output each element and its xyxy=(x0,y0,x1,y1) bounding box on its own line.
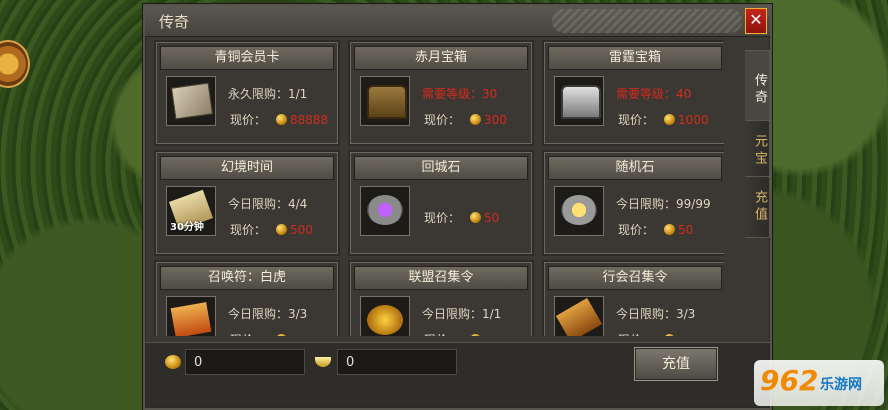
gold-coin-icon xyxy=(165,355,181,369)
item-price: 1000 xyxy=(678,113,709,127)
guild-token-icon xyxy=(554,296,604,336)
item-name: 行会召集令 xyxy=(548,266,722,290)
watermark-number: 962 xyxy=(760,364,819,397)
yuanbao-balance-field: 0 xyxy=(337,349,457,375)
shop-item[interactable]: 联盟召集令 今日限购：1/1 现价： xyxy=(348,260,534,336)
tab-legend[interactable]: 传奇 xyxy=(745,50,770,130)
item-limit: 今日限购：3/3 xyxy=(616,307,696,321)
item-price-row: 现价： 50 xyxy=(424,211,500,225)
item-name: 随机石 xyxy=(548,156,722,180)
coin-icon xyxy=(276,224,288,235)
shop-item[interactable]: 回城石 现价： 50 xyxy=(348,150,534,256)
item-price: 88888 xyxy=(290,113,329,127)
item-price-row: 现价： 88888 xyxy=(230,113,329,127)
item-limit: 今日限购：99/99 xyxy=(616,197,711,211)
tab-yuanbao[interactable]: 元宝 xyxy=(745,120,770,182)
watermark-text: 乐游网 xyxy=(820,377,862,393)
treasure-chest-icon xyxy=(360,76,410,126)
return-stone-icon xyxy=(360,186,410,236)
shop-item[interactable]: 随机石 今日限购：99/99 现价： 50 xyxy=(542,150,724,256)
item-price-row: 现价： 1000 xyxy=(618,113,709,127)
side-avatar-icon[interactable] xyxy=(0,40,30,88)
scroll-icon: 30分钟 xyxy=(166,186,216,236)
item-price-row: 现价： 50 xyxy=(618,223,694,237)
tab-recharge[interactable]: 充值 xyxy=(745,176,770,238)
coin-icon xyxy=(470,334,482,336)
item-price: 50 xyxy=(484,211,500,225)
item-price-row: 现价： 300 xyxy=(424,113,507,127)
silver-chest-icon xyxy=(554,76,604,126)
item-name: 回城石 xyxy=(354,156,528,180)
shop-item[interactable]: 赤月宝箱 需要等级：30 现价： 300 xyxy=(348,40,534,146)
bottom-bar: 0 0 充值 xyxy=(145,342,770,407)
item-limit: 今日限购：3/3 xyxy=(228,307,308,321)
gold-balance-field: 0 xyxy=(185,349,305,375)
shop-item[interactable]: 幻境时间 30分钟 今日限购：4/4 现价： 500 xyxy=(154,150,340,256)
coin-icon xyxy=(470,114,482,125)
close-button[interactable]: ✕ xyxy=(745,8,767,34)
random-stone-icon xyxy=(554,186,604,236)
item-name: 青铜会员卡 xyxy=(160,46,334,70)
item-limit: 永久限购：1/1 xyxy=(228,87,308,101)
watermark-logo: 962 乐游网 xyxy=(754,360,884,406)
coin-icon xyxy=(664,114,676,125)
coin-icon xyxy=(276,334,288,336)
shop-panel: 传奇 ✕ 青铜会员卡 永久限购：1/1 现价： 88888 赤月宝箱 需要等级：3… xyxy=(143,4,772,410)
item-price-row: 现价： xyxy=(424,331,484,336)
shop-item[interactable]: 青铜会员卡 永久限购：1/1 现价： 88888 xyxy=(154,40,340,146)
coin-icon xyxy=(276,114,288,125)
item-name: 雷霆宝箱 xyxy=(548,46,722,70)
item-price-row: 现价： xyxy=(230,331,290,336)
dragon-ornament-icon xyxy=(552,9,742,33)
item-limit: 今日限购：1/1 xyxy=(422,307,502,321)
item-name: 联盟召集令 xyxy=(354,266,528,290)
item-name: 幻境时间 xyxy=(160,156,334,180)
summon-talisman-icon xyxy=(166,296,216,336)
item-price: 300 xyxy=(484,113,507,127)
bronze-card-icon xyxy=(166,76,216,126)
item-limit: 今日限购：4/4 xyxy=(228,197,308,211)
item-name: 赤月宝箱 xyxy=(354,46,528,70)
shop-item[interactable]: 雷霆宝箱 需要等级：40 现价： 1000 xyxy=(542,40,724,146)
alliance-token-icon xyxy=(360,296,410,336)
item-grid: 青铜会员卡 永久限购：1/1 现价： 88888 赤月宝箱 需要等级：30 现价：… xyxy=(154,40,724,336)
shop-item[interactable]: 行会召集令 今日限购：3/3 现价： xyxy=(542,260,724,336)
panel-header: 传奇 ✕ xyxy=(145,6,770,37)
item-level-requirement: 需要等级：40 xyxy=(616,87,692,101)
panel-title: 传奇 xyxy=(159,13,190,31)
coin-icon xyxy=(470,212,482,223)
item-price-row: 现价： xyxy=(618,331,678,336)
yuanbao-icon xyxy=(315,357,331,367)
item-level-requirement: 需要等级：30 xyxy=(422,87,498,101)
coin-icon xyxy=(664,334,676,336)
item-price-row: 现价： 500 xyxy=(230,223,313,237)
shop-item[interactable]: 召唤符：白虎 今日限购：3/3 现价： xyxy=(154,260,340,336)
scroll-duration-label: 30分钟 xyxy=(170,222,204,233)
item-name: 召唤符：白虎 xyxy=(160,266,334,290)
recharge-button[interactable]: 充值 xyxy=(634,347,718,381)
item-price: 50 xyxy=(678,223,694,237)
item-price: 500 xyxy=(290,223,313,237)
coin-icon xyxy=(664,224,676,235)
